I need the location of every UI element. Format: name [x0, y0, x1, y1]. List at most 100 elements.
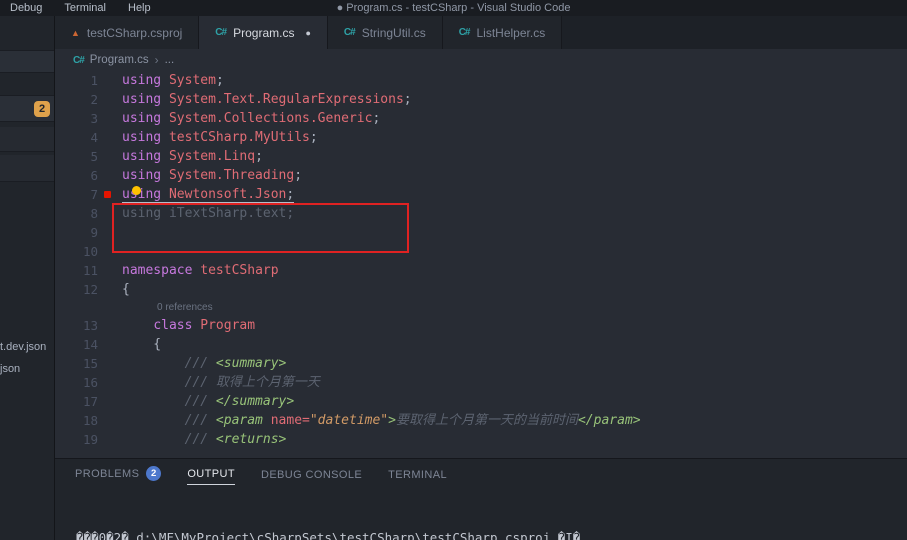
- code-line: 13 class Program: [55, 316, 907, 335]
- code-text: using System.Text.RegularExpressions;: [98, 90, 412, 109]
- line-number[interactable]: 4: [55, 128, 98, 147]
- code-line: 3using System.Collections.Generic;: [55, 109, 907, 128]
- vscode-window: Debug Terminal Help ● Program.cs - testC…: [0, 0, 907, 540]
- sidebar-row[interactable]: [0, 155, 55, 182]
- line-number[interactable]: 8: [55, 204, 98, 223]
- code-line: 9: [55, 223, 907, 242]
- code-line: 2using System.Text.RegularExpressions;: [55, 90, 907, 109]
- dirty-indicator-icon[interactable]: ●: [305, 28, 310, 38]
- line-number[interactable]: 16: [55, 373, 98, 392]
- line-number[interactable]: 6: [55, 166, 98, 185]
- tab-testcsharp-csproj[interactable]: ▲ testCSharp.csproj: [55, 16, 199, 49]
- sidebar-row[interactable]: [0, 127, 55, 152]
- output-line: ���0�2� d:\MF\MyProject\cSharpSets\testC…: [61, 528, 907, 540]
- code-text: using testCSharp.MyUtils;: [98, 128, 318, 147]
- sidebar-file-json[interactable]: json: [0, 363, 20, 375]
- tab-label: Program.cs: [233, 26, 294, 40]
- line-number[interactable]: 2: [55, 90, 98, 109]
- line-number[interactable]: 19: [55, 430, 98, 449]
- breakpoint-icon[interactable]: [104, 191, 111, 198]
- code-line: 12{: [55, 280, 907, 299]
- code-line: 19 /// <returns>: [55, 430, 907, 449]
- code-line: 17 /// </summary>: [55, 392, 907, 411]
- line-number[interactable]: 10: [55, 242, 98, 261]
- lightbulb-icon[interactable]: [132, 186, 141, 195]
- breadcrumb-more[interactable]: ...: [165, 54, 175, 66]
- line-number[interactable]: 1: [55, 71, 98, 90]
- sidebar-file-devjson[interactable]: t.dev.json: [0, 341, 46, 353]
- code-text: [98, 223, 122, 242]
- code-line: 18 /// <param name="datetime">要取得上个月第一天的…: [55, 411, 907, 430]
- tab-stringutil-cs[interactable]: C# StringUtil.cs: [328, 16, 443, 49]
- code-text: [98, 242, 122, 261]
- tab-label: testCSharp.csproj: [87, 26, 182, 40]
- code-line: 15 /// <summary>: [55, 354, 907, 373]
- breadcrumb-file[interactable]: Program.cs: [90, 54, 149, 66]
- line-number[interactable]: 5: [55, 147, 98, 166]
- panel-tab-terminal[interactable]: TERMINAL: [388, 469, 447, 485]
- line-number[interactable]: 12: [55, 280, 98, 299]
- line-number[interactable]: 18: [55, 411, 98, 430]
- chevron-right-icon: ›: [155, 53, 159, 67]
- panel-tab-problems[interactable]: PROBLEMS 2: [75, 466, 161, 485]
- tab-listhelper-cs[interactable]: C# ListHelper.cs: [443, 16, 563, 49]
- code-text: using System.Threading;: [98, 166, 302, 185]
- code-line: 8using iTextSharp.text;: [55, 204, 907, 223]
- problems-count-badge: 2: [146, 466, 161, 481]
- line-number[interactable]: 11: [55, 261, 98, 280]
- code-editor[interactable]: 1using System;2using System.Text.Regular…: [55, 71, 907, 458]
- code-text: /// <returns>: [98, 430, 286, 449]
- code-text: namespace testCSharp: [98, 261, 279, 280]
- code-text: using System.Linq;: [98, 147, 263, 166]
- sidebar-row[interactable]: [0, 50, 55, 73]
- code-line: 11namespace testCSharp: [55, 261, 907, 280]
- code-text: /// <summary>: [98, 354, 286, 373]
- line-number[interactable]: 9: [55, 223, 98, 242]
- code-text: using System.Collections.Generic;: [98, 109, 380, 128]
- tab-program-cs[interactable]: C# Program.cs ●: [199, 16, 328, 49]
- csharp-file-icon: C#: [344, 27, 355, 38]
- modified-count-badge: 2: [34, 101, 50, 117]
- csharp-file-icon: C#: [73, 55, 84, 66]
- code-text: {: [98, 335, 161, 354]
- line-number[interactable]: 7: [55, 185, 98, 204]
- code-line: 7using Newtonsoft.Json;: [55, 185, 907, 204]
- panel-tab-output[interactable]: OUTPUT: [187, 468, 235, 485]
- line-number[interactable]: 15: [55, 354, 98, 373]
- tab-label: StringUtil.cs: [362, 26, 426, 40]
- bottom-panel: PROBLEMS 2 OUTPUT DEBUG CONSOLE TERMINAL…: [55, 458, 907, 540]
- code-line: 6using System.Threading;: [55, 166, 907, 185]
- title-bar: Debug Terminal Help ● Program.cs - testC…: [0, 0, 907, 16]
- code-text: class Program: [98, 316, 255, 335]
- menu-help[interactable]: Help: [128, 0, 151, 16]
- output-log[interactable]: ���0�2� d:\MF\MyProject\cSharpSets\testC…: [55, 485, 907, 540]
- breadcrumb: C# Program.cs › ...: [55, 49, 907, 71]
- editor-tabs: ▲ testCSharp.csproj C# Program.cs ● C# S…: [55, 16, 907, 49]
- sidebar-row[interactable]: 2: [0, 95, 55, 122]
- line-number[interactable]: 14: [55, 335, 98, 354]
- code-line: 14 {: [55, 335, 907, 354]
- code-line: 4using testCSharp.MyUtils;: [55, 128, 907, 147]
- line-number[interactable]: 13: [55, 316, 98, 335]
- code-line: 1using System;: [55, 71, 907, 90]
- menu-terminal[interactable]: Terminal: [64, 0, 106, 16]
- line-number[interactable]: 3: [55, 109, 98, 128]
- code-text: using iTextSharp.text;: [98, 204, 294, 223]
- code-text: /// <param name="datetime">要取得上个月第一天的当前时…: [98, 411, 641, 430]
- menu-debug[interactable]: Debug: [10, 0, 42, 16]
- sidebar: 2 t.dev.json json: [0, 16, 55, 540]
- panel-tab-debug-console[interactable]: DEBUG CONSOLE: [261, 469, 362, 485]
- code-text: /// 取得上个月第一天: [98, 373, 320, 392]
- code-line: 10: [55, 242, 907, 261]
- code-text: using Newtonsoft.Json;: [98, 185, 294, 204]
- code-text: {: [98, 280, 130, 299]
- tab-label: ListHelper.cs: [477, 26, 546, 40]
- csharp-file-icon: C#: [459, 27, 470, 38]
- line-number[interactable]: 17: [55, 392, 98, 411]
- menu-bar: Debug Terminal Help: [0, 0, 151, 16]
- csharp-file-icon: C#: [215, 27, 226, 38]
- csproj-file-icon: ▲: [71, 28, 80, 38]
- codelens-references[interactable]: 0 references: [55, 299, 907, 316]
- panel-tabs: PROBLEMS 2 OUTPUT DEBUG CONSOLE TERMINAL: [55, 459, 907, 485]
- code-text: /// </summary>: [98, 392, 294, 411]
